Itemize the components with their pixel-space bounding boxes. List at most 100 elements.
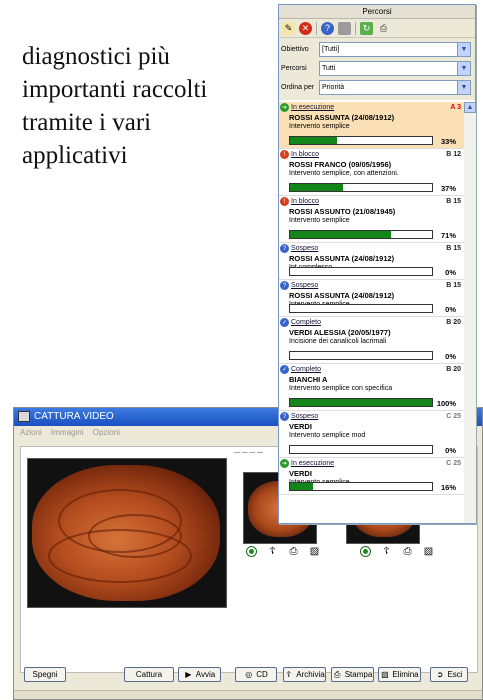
progress-bar <box>289 482 433 491</box>
item-header: ! In blocco B 12 <box>280 150 463 159</box>
stop-icon[interactable] <box>338 21 351 35</box>
percorso-item[interactable]: ✓ Completo B 20 VERDI ALESSIA (20/05/1977) I… <box>279 317 464 364</box>
trash-icon[interactable]: ▧ <box>423 546 434 557</box>
progress-bar <box>289 183 433 192</box>
stampa-label: Stampa <box>344 670 373 679</box>
cattura-button[interactable]: Cattura <box>124 667 174 682</box>
percorso-item[interactable]: ➔In esecuzioneC 25VERDIIntervento sempli… <box>279 458 464 495</box>
print-icon: ⎙ <box>334 670 341 679</box>
caption-text: diagnostici più importanti raccolti tram… <box>22 40 272 172</box>
esci-button[interactable]: ➲ Esci <box>430 667 468 682</box>
item-header: ? Sospeso B 15 <box>280 244 463 253</box>
percorso-item[interactable]: ! In blocco B 15 ROSSI ASSUNTO (21/08/1945)… <box>279 196 464 243</box>
percorso-item[interactable]: ! In blocco B 12 ROSSI FRANCO (09/05/1956) I… <box>279 149 464 196</box>
progress-percent: 0% <box>445 352 456 361</box>
item-description: Intervento semplice <box>289 217 350 224</box>
item-code: C 25 <box>446 413 461 420</box>
progress-percent: 0% <box>445 305 456 314</box>
print-icon[interactable]: ⎙ <box>377 22 390 35</box>
progress-percent: 0% <box>445 268 456 277</box>
patient-name: ROSSI FRANCO (09/05/1956) <box>289 160 392 169</box>
progress-bar <box>289 445 433 454</box>
record-icon[interactable] <box>360 546 371 557</box>
elimina-button[interactable]: ▧ Elimina <box>378 667 421 682</box>
archive-icon[interactable]: ☦ <box>267 546 278 557</box>
help-icon[interactable]: ? <box>321 21 334 35</box>
item-code: C 25 <box>446 460 461 467</box>
status-bar <box>14 690 482 699</box>
menu-opzioni[interactable]: Opzioni <box>93 428 120 437</box>
cancel-icon[interactable]: ✕ <box>299 21 312 35</box>
trash-icon: ▧ <box>381 670 389 679</box>
percorso-item[interactable]: ?SospesoB 15ROSSI ASSUNTA (24/08/1912)In… <box>279 243 464 280</box>
scroll-up-icon[interactable]: ▲ <box>464 102 476 113</box>
obiettivo-label: Obiettivo <box>281 46 309 53</box>
chevron-down-icon[interactable]: ▼ <box>457 43 470 56</box>
trash-icon[interactable]: ▧ <box>309 546 320 557</box>
thumbnail-2-tools: ☦ ⎙ ▧ <box>360 546 434 557</box>
stampa-button[interactable]: ⎙ Stampa <box>331 667 374 682</box>
check-icon: ✓ <box>280 365 289 374</box>
check-icon: ✓ <box>280 318 289 327</box>
item-status[interactable]: In esecuzione <box>291 460 446 467</box>
record-icon[interactable] <box>246 546 257 557</box>
menu-azioni[interactable]: Azioni <box>20 428 42 437</box>
percorsi-filters: Obiettivo [Tutti] ▼ Percorsi Tutti ▼ Ord… <box>279 38 475 100</box>
item-code: B 15 <box>446 245 461 252</box>
percorsi-panel: Percorsi ✎ ✕ ? ↻ ⎙ Obiettivo [Tutti] ▼ P… <box>278 4 476 524</box>
obiettivo-select[interactable]: [Tutti] ▼ <box>319 42 471 57</box>
item-description: Incisione dei canalicoli lacrimali <box>289 338 387 345</box>
progress-bar <box>289 267 433 276</box>
archivia-button[interactable]: ☦ Archivia <box>283 667 326 682</box>
item-status[interactable]: In blocco <box>291 151 446 158</box>
percorso-item[interactable]: ✓ Completo B 20 BIANCHI A Intervento semplic… <box>279 364 464 411</box>
percorso-item[interactable]: ➔ In esecuzione A 3 ROSSI ASSUNTA (24/08/19… <box>279 102 464 149</box>
item-status[interactable]: Completo <box>291 366 446 373</box>
item-description: Intervento semplice mod <box>289 432 366 439</box>
item-status[interactable]: Sospeso <box>291 413 446 420</box>
avvia-button[interactable]: ▶ Avvia <box>178 667 221 682</box>
item-header: ? Sospeso C 25 <box>280 412 463 421</box>
item-header: ➔ In esecuzione C 25 <box>280 459 463 468</box>
blocked-icon: ! <box>280 150 289 159</box>
percorsi-row: Percorsi Tutti ▼ <box>279 59 475 78</box>
ordina-select[interactable]: Priorità ▼ <box>319 80 471 95</box>
list-scrollbar[interactable]: ▲ <box>464 102 476 523</box>
item-status[interactable]: Sospeso <box>291 245 446 252</box>
print-icon[interactable]: ⎙ <box>288 546 299 557</box>
question-icon: ? <box>280 412 289 421</box>
ordina-label: Ordina per <box>281 84 315 91</box>
percorso-item[interactable]: ? Sospeso C 25 VERDI Intervento semplice mod… <box>279 411 464 458</box>
item-header: ✓ Completo B 20 <box>280 365 463 374</box>
item-header: ✓ Completo B 20 <box>280 318 463 327</box>
item-status[interactable]: In blocco <box>291 198 446 205</box>
item-status[interactable]: Completo <box>291 319 446 326</box>
print-icon[interactable]: ⎙ <box>402 546 413 557</box>
progress-fill <box>290 399 432 406</box>
edit-icon[interactable]: ✎ <box>282 21 295 35</box>
cattura-label: Cattura <box>135 670 163 679</box>
spegni-button[interactable]: Spegni <box>24 667 66 682</box>
spegni-label: Spegni <box>32 670 58 679</box>
percorsi-label: Percorsi <box>281 65 307 72</box>
esci-label: Esci <box>447 670 463 679</box>
patient-name: VERDI ALESSIA (20/05/1977) <box>289 328 391 337</box>
chevron-down-icon[interactable]: ▼ <box>457 81 470 94</box>
item-description: Intervento semplice, con attenzioni. <box>289 170 399 177</box>
item-header: ! In blocco B 15 <box>280 197 463 206</box>
menu-immagini[interactable]: Immagini <box>51 428 83 437</box>
patient-name: ROSSI ASSUNTO (21/08/1945) <box>289 207 396 216</box>
refresh-icon[interactable]: ↻ <box>360 21 373 35</box>
caption-line-2: importanti raccolti <box>22 76 208 103</box>
patient-name: ROSSI ASSUNTA (24/08/1912) <box>289 113 395 122</box>
archive-icon[interactable]: ☦ <box>381 546 392 557</box>
item-status[interactable]: In esecuzione <box>291 104 450 111</box>
caption-line-4: applicativi <box>22 142 128 169</box>
chevron-down-icon[interactable]: ▼ <box>457 62 470 75</box>
percorsi-select[interactable]: Tutti ▼ <box>319 61 471 76</box>
cd-button[interactable]: ◎ CD <box>235 667 277 682</box>
percorso-item[interactable]: ?SospesoB 15ROSSI ASSUNTA (24/08/1912)In… <box>279 280 464 317</box>
percorsi-list: ➔ In esecuzione A 3 ROSSI ASSUNTA (24/08/19… <box>279 102 464 523</box>
item-header: ? Sospeso B 15 <box>280 281 463 290</box>
item-status[interactable]: Sospeso <box>291 282 446 289</box>
